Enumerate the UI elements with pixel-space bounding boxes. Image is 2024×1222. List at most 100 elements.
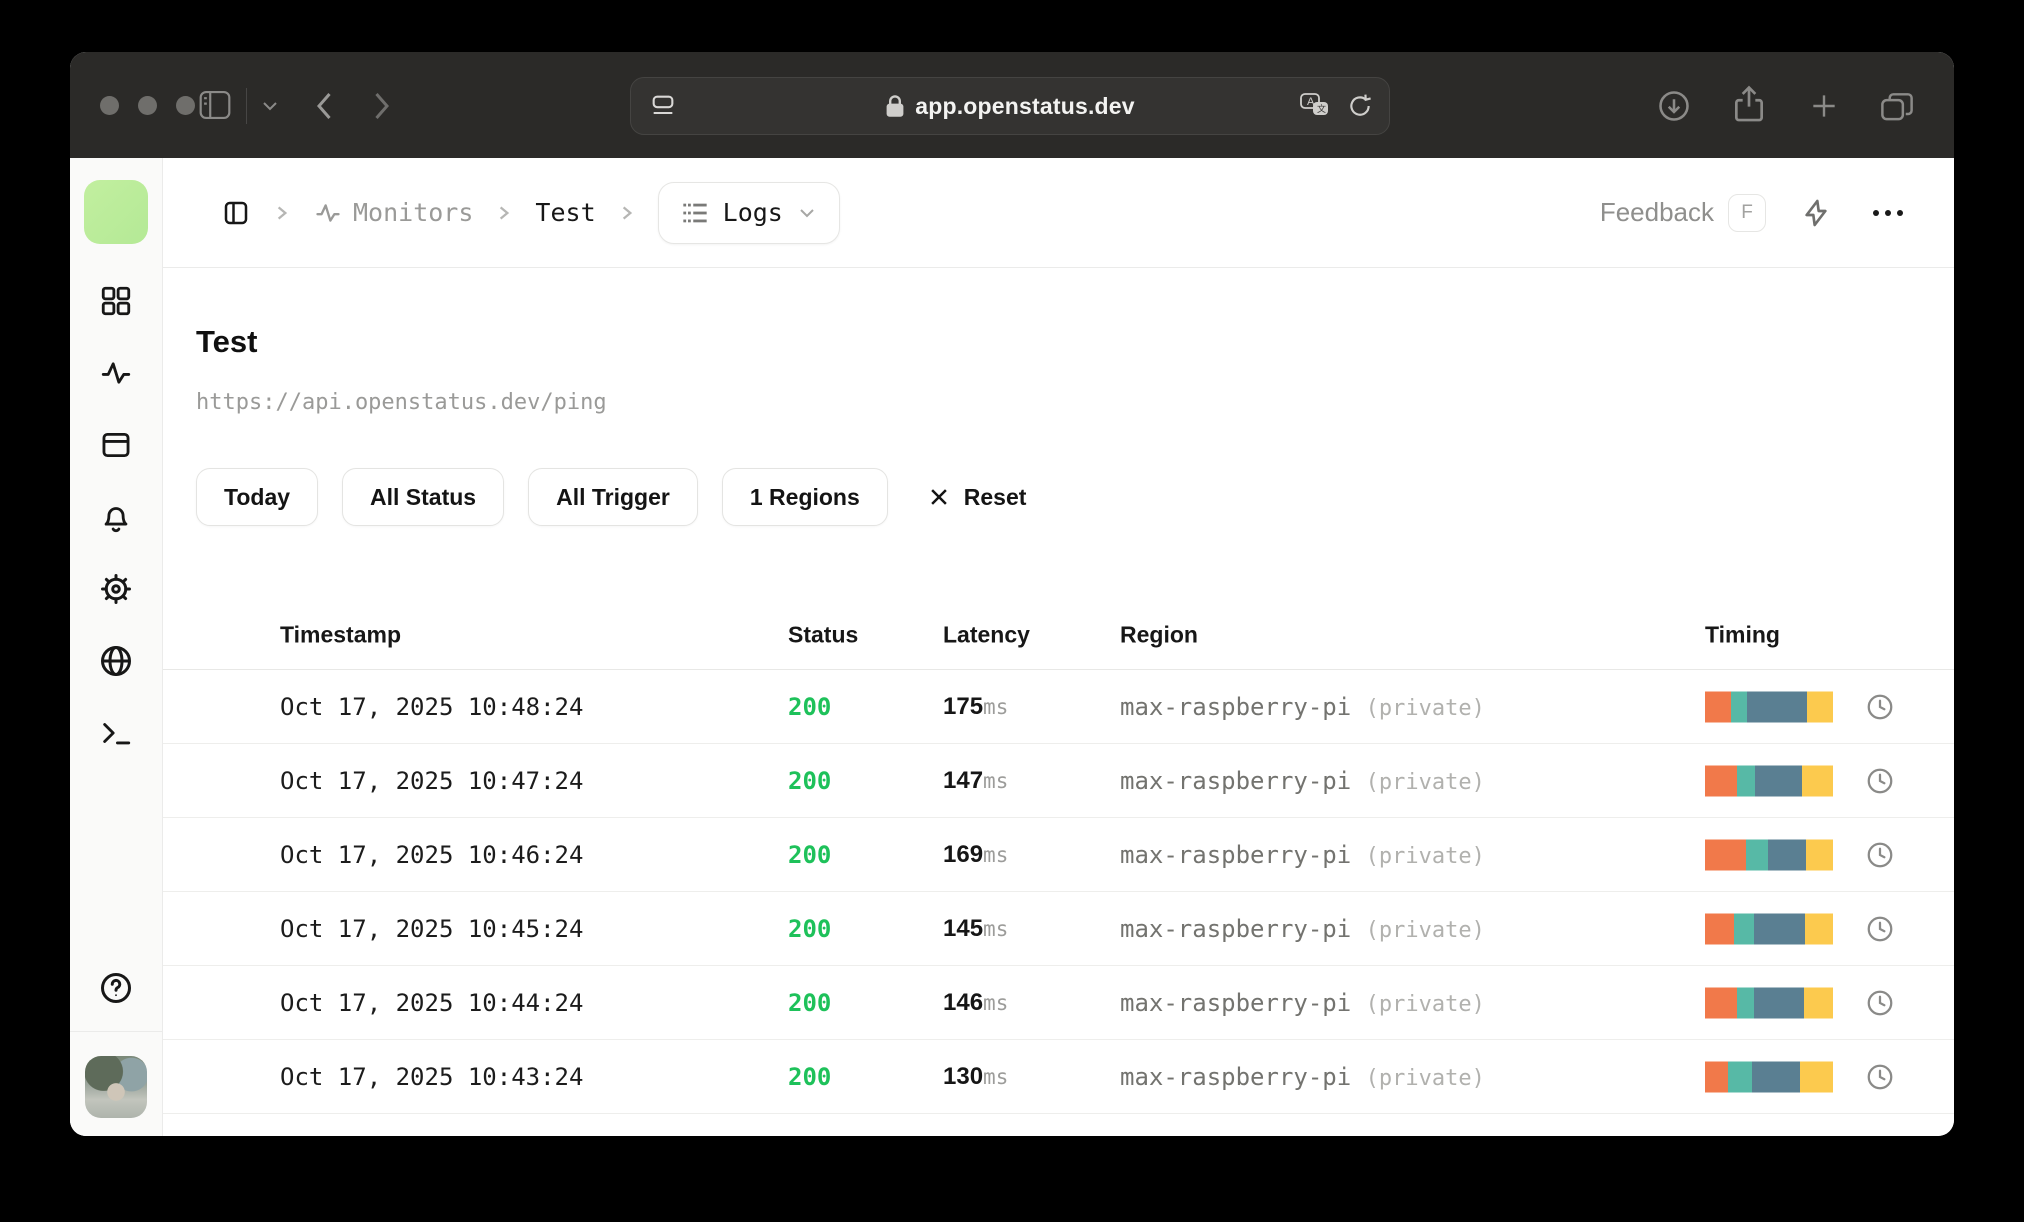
- col-latency: Latency: [943, 621, 1030, 647]
- terminal-icon[interactable]: [95, 712, 137, 754]
- breadcrumb-monitors[interactable]: Monitors: [313, 198, 473, 227]
- timing-segment-dns: [1705, 691, 1731, 722]
- table-row[interactable]: Oct 17, 2025 10:46:24 200 169ms max-rasp…: [163, 818, 1954, 892]
- row-region: max-raspberry-pi (private): [1120, 840, 1485, 869]
- row-timestamp: Oct 17, 2025 10:46:24: [280, 840, 584, 869]
- main-area: Monitors Test Logs Feedback F Test https…: [163, 158, 1954, 1136]
- lightning-icon[interactable]: [1794, 191, 1838, 235]
- card-icon[interactable]: [95, 424, 137, 466]
- timing-segment-transfer: [1803, 987, 1833, 1018]
- timing-segment-transfer: [1804, 913, 1833, 944]
- timing-segment-dns: [1705, 839, 1746, 870]
- globe-icon[interactable]: [95, 640, 137, 682]
- app-sidebar: [70, 158, 163, 1136]
- breadcrumb-current[interactable]: Test: [535, 198, 595, 227]
- more-options-icon[interactable]: [1866, 191, 1910, 235]
- header-actions: Feedback F: [1600, 191, 1910, 235]
- log-rows: Oct 17, 2025 10:48:24 200 175ms max-rasp…: [163, 670, 1954, 1114]
- panel-toggle-icon[interactable]: [221, 198, 251, 228]
- traffic-lights[interactable]: [100, 96, 195, 115]
- row-status-code: 200: [788, 988, 832, 1017]
- col-region: Region: [1120, 621, 1198, 647]
- address-url[interactable]: app.openstatus.dev: [915, 93, 1135, 120]
- table-row[interactable]: Oct 17, 2025 10:48:24 200 175ms max-rasp…: [163, 670, 1954, 744]
- col-timing: Timing: [1705, 621, 1780, 647]
- timing-segment-ttfb: [1752, 1061, 1800, 1092]
- reload-icon[interactable]: [1347, 93, 1373, 119]
- workspace-logo[interactable]: [84, 180, 148, 244]
- address-bar[interactable]: app.openstatus.dev A 文: [630, 77, 1390, 135]
- share-icon[interactable]: [1730, 84, 1768, 126]
- help-icon[interactable]: [95, 967, 137, 1009]
- row-status-code: 200: [788, 766, 832, 795]
- back-icon[interactable]: [312, 88, 338, 124]
- reset-filters-button[interactable]: Reset: [928, 483, 1027, 511]
- close-window-button[interactable]: [100, 96, 119, 115]
- timing-segment-dns: [1705, 987, 1737, 1018]
- translate-icon[interactable]: A 文: [1299, 92, 1331, 120]
- row-latency: 130ms: [943, 1062, 1009, 1090]
- row-region: max-raspberry-pi (private): [1120, 766, 1485, 795]
- row-timestamp: Oct 17, 2025 10:48:24: [280, 692, 584, 721]
- row-status-code: 200: [788, 914, 832, 943]
- row-status-code: 200: [788, 692, 832, 721]
- col-timestamp: Timestamp: [280, 621, 402, 647]
- row-latency: 145ms: [943, 914, 1009, 942]
- chrome-separator: [246, 88, 247, 124]
- row-timestamp: Oct 17, 2025 10:45:24: [280, 914, 584, 943]
- timing-segment-connection: [1737, 987, 1754, 1018]
- table-row[interactable]: Oct 17, 2025 10:45:24 200 145ms max-rasp…: [163, 892, 1954, 966]
- row-status-code: 200: [788, 840, 832, 869]
- app-header: Monitors Test Logs Feedback F: [163, 158, 1954, 268]
- new-tab-icon[interactable]: [1808, 90, 1840, 122]
- zoom-window-button[interactable]: [176, 96, 195, 115]
- user-avatar[interactable]: [85, 1056, 147, 1118]
- activity-icon[interactable]: [95, 352, 137, 394]
- table-row[interactable]: Oct 17, 2025 10:43:24 200 130ms max-rasp…: [163, 1040, 1954, 1114]
- downloads-icon[interactable]: [1656, 88, 1692, 124]
- clock-icon[interactable]: [1863, 690, 1897, 724]
- timing-bar: [1705, 691, 1833, 722]
- tab-group-chevron-icon[interactable]: [260, 100, 280, 112]
- forward-icon[interactable]: [368, 88, 394, 124]
- table-row[interactable]: Oct 17, 2025 10:44:24 200 146ms max-rasp…: [163, 966, 1954, 1040]
- tab-overview-icon[interactable]: [1878, 88, 1916, 124]
- bell-icon[interactable]: [95, 496, 137, 538]
- timing-segment-connection: [1730, 691, 1748, 722]
- minimize-window-button[interactable]: [138, 96, 157, 115]
- timing-segment-connection: [1745, 839, 1768, 870]
- filter-status-button[interactable]: All Status: [342, 468, 505, 526]
- clock-icon[interactable]: [1863, 764, 1897, 798]
- timing-bar: [1705, 913, 1833, 944]
- table-header-row: Timestamp Status Latency Region Timing: [163, 600, 1954, 670]
- clock-icon[interactable]: [1863, 912, 1897, 946]
- row-timestamp: Oct 17, 2025 10:47:24: [280, 766, 584, 795]
- lock-icon: [885, 94, 905, 118]
- timing-segment-ttfb: [1753, 987, 1804, 1018]
- view-selector-button[interactable]: Logs: [657, 181, 840, 244]
- view-selector-label: Logs: [722, 198, 783, 227]
- browser-chrome: app.openstatus.dev A 文: [70, 52, 1954, 158]
- row-status-code: 200: [788, 1062, 832, 1091]
- chevron-right-icon: [618, 204, 636, 222]
- gear-icon[interactable]: [95, 568, 137, 610]
- timing-segment-ttfb: [1747, 691, 1808, 722]
- row-region: max-raspberry-pi (private): [1120, 914, 1485, 943]
- feedback-button[interactable]: Feedback F: [1600, 193, 1766, 232]
- reset-label: Reset: [963, 483, 1027, 510]
- feedback-shortcut-key: F: [1728, 193, 1766, 232]
- clock-icon[interactable]: [1863, 838, 1897, 872]
- timing-bar: [1705, 987, 1833, 1018]
- row-region: max-raspberry-pi (private): [1120, 988, 1485, 1017]
- filter-regions-button[interactable]: 1 Regions: [721, 468, 888, 526]
- page-settings-icon[interactable]: [649, 92, 677, 120]
- filter-trigger-button[interactable]: All Trigger: [528, 468, 698, 526]
- dashboard-grid-icon[interactable]: [95, 280, 137, 322]
- timing-segment-ttfb: [1753, 913, 1805, 944]
- clock-icon[interactable]: [1863, 986, 1897, 1020]
- row-latency: 147ms: [943, 766, 1009, 794]
- browser-sidebar-toggle-icon[interactable]: [198, 90, 232, 120]
- filter-period-button[interactable]: Today: [196, 468, 319, 526]
- table-row[interactable]: Oct 17, 2025 10:47:24 200 147ms max-rasp…: [163, 744, 1954, 818]
- clock-icon[interactable]: [1863, 1060, 1897, 1094]
